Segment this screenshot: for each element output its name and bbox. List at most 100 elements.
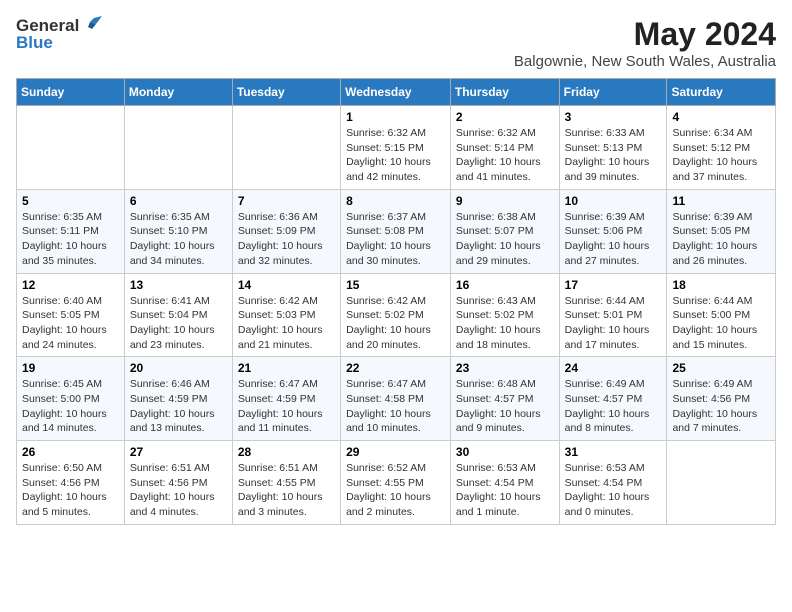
day-info: Sunrise: 6:49 AM Sunset: 4:57 PM Dayligh… [565, 377, 662, 436]
calendar-cell: 30 Sunrise: 6:53 AM Sunset: 4:54 PM Dayli… [450, 441, 559, 525]
day-number: 28 [238, 445, 335, 459]
calendar-cell: 4 Sunrise: 6:34 AM Sunset: 5:12 PM Daylig… [667, 106, 776, 190]
day-info: Sunrise: 6:43 AM Sunset: 5:02 PM Dayligh… [456, 294, 554, 353]
calendar-row-1: 1 Sunrise: 6:32 AM Sunset: 5:15 PM Daylig… [17, 106, 776, 190]
day-info: Sunrise: 6:51 AM Sunset: 4:56 PM Dayligh… [130, 461, 227, 520]
calendar-cell [124, 106, 232, 190]
calendar-cell: 6 Sunrise: 6:35 AM Sunset: 5:10 PM Daylig… [124, 189, 232, 273]
calendar-cell: 9 Sunrise: 6:38 AM Sunset: 5:07 PM Daylig… [450, 189, 559, 273]
calendar-row-3: 12 Sunrise: 6:40 AM Sunset: 5:05 PM Dayli… [17, 273, 776, 357]
calendar-cell: 14 Sunrise: 6:42 AM Sunset: 5:03 PM Dayli… [232, 273, 340, 357]
title-section: May 2024 Balgownie, New South Wales, Aus… [514, 16, 776, 70]
day-info: Sunrise: 6:41 AM Sunset: 5:04 PM Dayligh… [130, 294, 227, 353]
day-info: Sunrise: 6:49 AM Sunset: 4:56 PM Dayligh… [672, 377, 770, 436]
weekday-header-friday: Friday [559, 79, 667, 106]
day-number: 22 [346, 361, 445, 375]
day-number: 30 [456, 445, 554, 459]
day-info: Sunrise: 6:39 AM Sunset: 5:06 PM Dayligh… [565, 210, 662, 269]
day-number: 18 [672, 278, 770, 292]
calendar-cell: 24 Sunrise: 6:49 AM Sunset: 4:57 PM Dayli… [559, 357, 667, 441]
calendar-cell: 5Sunrise: 6:35 AM Sunset: 5:11 PM Daylig… [17, 189, 125, 273]
weekday-header-monday: Monday [124, 79, 232, 106]
day-info: Sunrise: 6:36 AM Sunset: 5:09 PM Dayligh… [238, 210, 335, 269]
weekday-header-sunday: Sunday [17, 79, 125, 106]
day-number: 24 [565, 361, 662, 375]
day-info: Sunrise: 6:34 AM Sunset: 5:12 PM Dayligh… [672, 126, 770, 185]
calendar-cell [17, 106, 125, 190]
calendar-cell: 18 Sunrise: 6:44 AM Sunset: 5:00 PM Dayli… [667, 273, 776, 357]
day-info: Sunrise: 6:38 AM Sunset: 5:07 PM Dayligh… [456, 210, 554, 269]
calendar-cell: 31 Sunrise: 6:53 AM Sunset: 4:54 PM Dayli… [559, 441, 667, 525]
day-info: Sunrise: 6:42 AM Sunset: 5:02 PM Dayligh… [346, 294, 445, 353]
day-number: 25 [672, 361, 770, 375]
logo-bird-icon [80, 14, 102, 36]
day-number: 4 [672, 110, 770, 124]
calendar-cell: 1 Sunrise: 6:32 AM Sunset: 5:15 PM Daylig… [341, 106, 451, 190]
calendar-cell: 12 Sunrise: 6:40 AM Sunset: 5:05 PM Dayli… [17, 273, 125, 357]
day-number: 13 [130, 278, 227, 292]
calendar-cell: 21 Sunrise: 6:47 AM Sunset: 4:59 PM Dayli… [232, 357, 340, 441]
day-number: 15 [346, 278, 445, 292]
calendar-cell: 10Sunrise: 6:39 AM Sunset: 5:06 PM Dayli… [559, 189, 667, 273]
day-number: 16 [456, 278, 554, 292]
day-number: 9 [456, 194, 554, 208]
day-number: 1 [346, 110, 445, 124]
calendar-row-4: 19 Sunrise: 6:45 AM Sunset: 5:00 PM Dayli… [17, 357, 776, 441]
day-info: Sunrise: 6:42 AM Sunset: 5:03 PM Dayligh… [238, 294, 335, 353]
calendar-row-5: 26Sunrise: 6:50 AM Sunset: 4:56 PM Dayli… [17, 441, 776, 525]
logo: General Blue [16, 16, 102, 53]
calendar-cell: 27 Sunrise: 6:51 AM Sunset: 4:56 PM Dayli… [124, 441, 232, 525]
calendar-cell: 22 Sunrise: 6:47 AM Sunset: 4:58 PM Dayli… [341, 357, 451, 441]
calendar-cell: 28 Sunrise: 6:51 AM Sunset: 4:55 PM Dayli… [232, 441, 340, 525]
calendar-cell [667, 441, 776, 525]
calendar-cell: 20Sunrise: 6:46 AM Sunset: 4:59 PM Dayli… [124, 357, 232, 441]
calendar-cell: 25 Sunrise: 6:49 AM Sunset: 4:56 PM Dayli… [667, 357, 776, 441]
day-number: 29 [346, 445, 445, 459]
day-info: Sunrise: 6:32 AM Sunset: 5:15 PM Dayligh… [346, 126, 445, 185]
day-info: Sunrise: 6:53 AM Sunset: 4:54 PM Dayligh… [456, 461, 554, 520]
calendar-cell: 17Sunrise: 6:44 AM Sunset: 5:01 PM Dayli… [559, 273, 667, 357]
calendar-cell: 11 Sunrise: 6:39 AM Sunset: 5:05 PM Dayli… [667, 189, 776, 273]
day-number: 11 [672, 194, 770, 208]
day-info: Sunrise: 6:48 AM Sunset: 4:57 PM Dayligh… [456, 377, 554, 436]
calendar-cell: 7Sunrise: 6:36 AM Sunset: 5:09 PM Daylig… [232, 189, 340, 273]
calendar-cell: 29 Sunrise: 6:52 AM Sunset: 4:55 PM Dayli… [341, 441, 451, 525]
day-number: 2 [456, 110, 554, 124]
day-info: Sunrise: 6:47 AM Sunset: 4:58 PM Dayligh… [346, 377, 445, 436]
day-info: Sunrise: 6:35 AM Sunset: 5:10 PM Dayligh… [130, 210, 227, 269]
day-info: Sunrise: 6:46 AM Sunset: 4:59 PM Dayligh… [130, 377, 227, 436]
day-info: Sunrise: 6:37 AM Sunset: 5:08 PM Dayligh… [346, 210, 445, 269]
sub-title: Balgownie, New South Wales, Australia [514, 53, 776, 70]
day-number: 31 [565, 445, 662, 459]
day-info: Sunrise: 6:32 AM Sunset: 5:14 PM Dayligh… [456, 126, 554, 185]
weekday-header-tuesday: Tuesday [232, 79, 340, 106]
day-info: Sunrise: 6:51 AM Sunset: 4:55 PM Dayligh… [238, 461, 335, 520]
day-number: 8 [346, 194, 445, 208]
day-info: Sunrise: 6:40 AM Sunset: 5:05 PM Dayligh… [22, 294, 119, 353]
day-number: 6 [130, 194, 227, 208]
calendar-cell: 26Sunrise: 6:50 AM Sunset: 4:56 PM Dayli… [17, 441, 125, 525]
calendar-cell: 15 Sunrise: 6:42 AM Sunset: 5:02 PM Dayli… [341, 273, 451, 357]
day-info: Sunrise: 6:39 AM Sunset: 5:05 PM Dayligh… [672, 210, 770, 269]
calendar-row-2: 5Sunrise: 6:35 AM Sunset: 5:11 PM Daylig… [17, 189, 776, 273]
main-title: May 2024 [514, 16, 776, 53]
calendar-header-row: SundayMondayTuesdayWednesdayThursdayFrid… [17, 79, 776, 106]
weekday-header-wednesday: Wednesday [341, 79, 451, 106]
calendar-cell: 23Sunrise: 6:48 AM Sunset: 4:57 PM Dayli… [450, 357, 559, 441]
day-info: Sunrise: 6:44 AM Sunset: 5:00 PM Dayligh… [672, 294, 770, 353]
day-number: 21 [238, 361, 335, 375]
day-number: 14 [238, 278, 335, 292]
day-number: 12 [22, 278, 119, 292]
day-info: Sunrise: 6:45 AM Sunset: 5:00 PM Dayligh… [22, 377, 119, 436]
day-info: Sunrise: 6:52 AM Sunset: 4:55 PM Dayligh… [346, 461, 445, 520]
calendar-table: SundayMondayTuesdayWednesdayThursdayFrid… [16, 78, 776, 525]
day-info: Sunrise: 6:47 AM Sunset: 4:59 PM Dayligh… [238, 377, 335, 436]
day-number: 19 [22, 361, 119, 375]
day-info: Sunrise: 6:53 AM Sunset: 4:54 PM Dayligh… [565, 461, 662, 520]
page-header: General Blue May 2024 Balgownie, New Sou… [16, 16, 776, 70]
calendar-cell: 3Sunrise: 6:33 AM Sunset: 5:13 PM Daylig… [559, 106, 667, 190]
logo-blue-text: Blue [16, 33, 53, 52]
day-number: 27 [130, 445, 227, 459]
calendar-cell: 16 Sunrise: 6:43 AM Sunset: 5:02 PM Dayli… [450, 273, 559, 357]
day-info: Sunrise: 6:44 AM Sunset: 5:01 PM Dayligh… [565, 294, 662, 353]
